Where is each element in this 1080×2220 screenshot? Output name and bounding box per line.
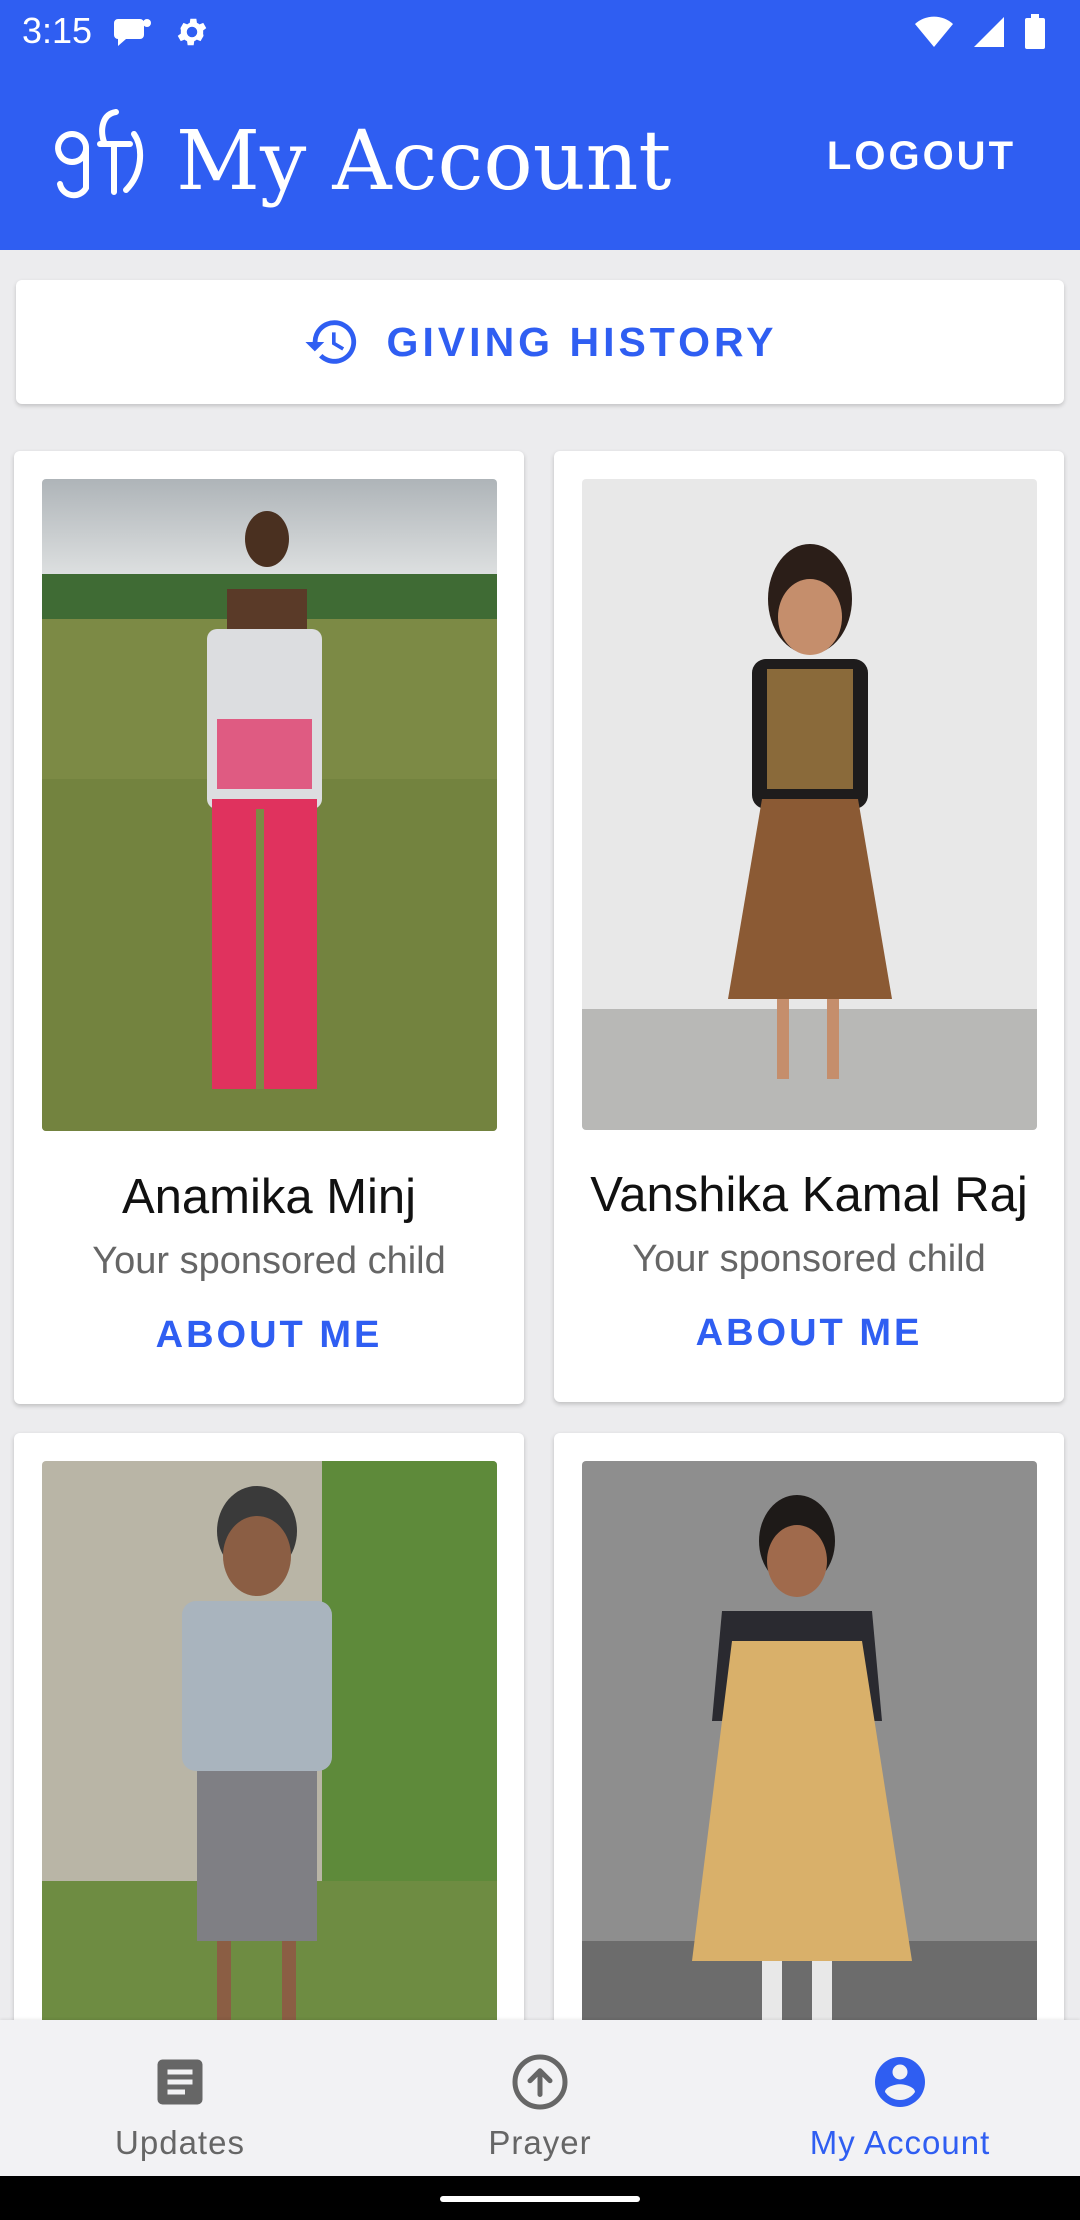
child-photo[interactable] — [42, 479, 497, 1131]
status-bar: 3:15 — [0, 0, 1080, 64]
child-photo[interactable] — [582, 479, 1037, 1130]
giving-history-button[interactable]: GIVING HISTORY — [16, 280, 1064, 404]
cellular-signal-icon — [974, 17, 1004, 47]
settings-gear-icon — [177, 18, 207, 46]
nav-updates-label: Updates — [115, 2124, 245, 2161]
giving-history-label: GIVING HISTORY — [386, 318, 778, 365]
app-bar: My Account LOGOUT — [0, 64, 1080, 250]
system-navigation-bar — [0, 2176, 1080, 2220]
logout-button[interactable]: LOGOUT — [827, 134, 1016, 179]
about-me-button[interactable]: ABOUT ME — [14, 1314, 524, 1357]
arrow-up-circle-icon — [512, 2054, 568, 2110]
child-subtitle: Your sponsored child — [92, 1240, 446, 1282]
chat-notification-icon — [114, 19, 151, 46]
child-photo[interactable] — [582, 1461, 1037, 2101]
nav-prayer-label: Prayer — [488, 2124, 592, 2161]
nav-updates[interactable]: Updates — [0, 2020, 360, 2176]
app-logo-icon — [55, 109, 144, 199]
nav-my-account[interactable]: My Account — [720, 2020, 1080, 2176]
bottom-navigation: Updates Prayer My Account — [0, 2020, 1080, 2176]
home-gesture-handle[interactable] — [440, 2196, 640, 2202]
child-name: Vanshika Kamal Raj — [590, 1168, 1028, 1222]
child-card: Anamika Minj Your sponsored child ABOUT … — [14, 451, 524, 1404]
child-card: Vanshika Kamal Raj Your sponsored child … — [554, 451, 1064, 1402]
account-circle-icon — [875, 2057, 925, 2107]
child-name: Anamika Minj — [121, 1170, 417, 1224]
nav-prayer[interactable]: Prayer — [360, 2020, 720, 2176]
wifi-icon — [915, 16, 953, 47]
history-icon — [304, 320, 356, 364]
about-me-button[interactable]: ABOUT ME — [554, 1312, 1064, 1355]
nav-my-account-label: My Account — [809, 2124, 991, 2161]
child-subtitle: Your sponsored child — [632, 1238, 986, 1280]
battery-icon — [1025, 14, 1045, 49]
article-icon — [157, 2059, 203, 2105]
status-time: 3:15 — [22, 10, 93, 51]
child-photo[interactable] — [42, 1461, 497, 2101]
page-title: My Account — [176, 114, 672, 209]
